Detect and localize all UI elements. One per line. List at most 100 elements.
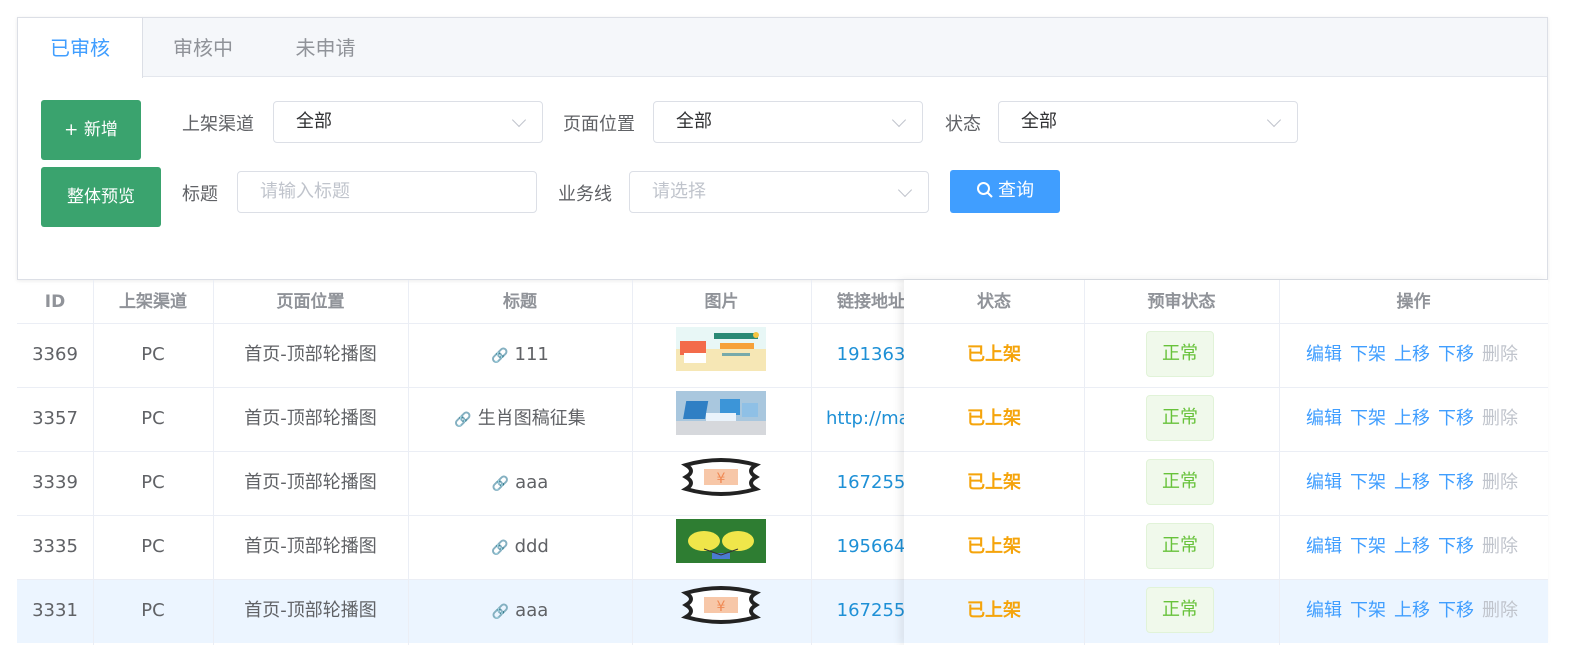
thumbnail-image[interactable]: ¥: [676, 583, 766, 627]
status-text: 已上架: [967, 408, 1021, 429]
cell-position: 首页-顶部轮播图: [244, 408, 377, 429]
thumbnail-image[interactable]: [676, 391, 766, 435]
review-status-tag: 正常: [1146, 459, 1214, 505]
cell-channel: PC: [141, 344, 165, 365]
move-down-link[interactable]: 下移: [1438, 472, 1474, 493]
unpublish-link[interactable]: 下架: [1350, 472, 1386, 493]
filter-card: 已审核 审核中 未申请 + 新增 整体预览 上架渠道 全部 页面位置 全部 状态…: [17, 17, 1548, 280]
move-up-link[interactable]: 上移: [1394, 408, 1430, 429]
edit-link[interactable]: 编辑: [1306, 472, 1342, 493]
position-label: 页面位置: [563, 114, 635, 135]
review-status-tag: 正常: [1146, 587, 1214, 633]
title-input[interactable]: 请输入标题: [237, 171, 537, 213]
cell-title: 🔗 aaa: [408, 579, 632, 643]
move-up-link[interactable]: 上移: [1394, 472, 1430, 493]
column-divider: [1084, 280, 1085, 645]
unpublish-link[interactable]: 下架: [1350, 344, 1386, 365]
move-up-link[interactable]: 上移: [1394, 600, 1430, 621]
business-select-placeholder: 请选择: [652, 181, 706, 202]
business-select[interactable]: 请选择: [629, 171, 929, 213]
edit-link[interactable]: 编辑: [1306, 536, 1342, 557]
title-text: aaa: [515, 600, 549, 621]
edit-link[interactable]: 编辑: [1306, 600, 1342, 621]
link-icon: 🔗: [491, 476, 510, 492]
unpublish-link[interactable]: 下架: [1350, 600, 1386, 621]
status-select[interactable]: 全部: [998, 101, 1298, 143]
edit-link[interactable]: 编辑: [1306, 344, 1342, 365]
tab-approved[interactable]: 已审核: [18, 18, 143, 78]
cell-id: 3357: [32, 408, 78, 429]
edit-link[interactable]: 编辑: [1306, 408, 1342, 429]
delete-link: 删除: [1482, 536, 1518, 557]
move-up-link[interactable]: 上移: [1394, 344, 1430, 365]
title-label: 标题: [182, 184, 218, 205]
cell-channel: PC: [141, 536, 165, 557]
thumbnail-image[interactable]: ¥: [676, 455, 766, 499]
status-text: 已上架: [967, 536, 1021, 557]
unpublish-link[interactable]: 下架: [1350, 408, 1386, 429]
column-divider: [632, 280, 633, 645]
column-divider: [1279, 280, 1280, 645]
delete-link: 删除: [1482, 472, 1518, 493]
tab-not-applied[interactable]: 未申请: [263, 18, 388, 78]
chevron-down-icon: [891, 112, 907, 128]
link-icon: 🔗: [491, 604, 510, 620]
delete-link: 删除: [1482, 408, 1518, 429]
cell-id: 3335: [32, 536, 78, 557]
review-status-tag: 正常: [1146, 395, 1214, 441]
header-review-status: 预审状态: [1147, 292, 1216, 312]
channel-select-value: 全部: [296, 111, 332, 132]
status-text: 已上架: [967, 600, 1021, 621]
unpublish-link[interactable]: 下架: [1350, 536, 1386, 557]
cell-position: 首页-顶部轮播图: [244, 536, 377, 557]
fixed-right-columns: 状态 预审状态 操作 已上架 已上架 已上架 已上架 已上架 正常 正常 正常 …: [904, 280, 1548, 645]
status-text: 已上架: [967, 344, 1021, 365]
move-up-link[interactable]: 上移: [1394, 536, 1430, 557]
channel-select[interactable]: 全部: [273, 101, 543, 143]
tab-reviewing[interactable]: 审核中: [143, 18, 263, 78]
cell-id: 3339: [32, 472, 78, 493]
cell-position: 首页-顶部轮播图: [244, 344, 377, 365]
cell-id: 3369: [32, 344, 78, 365]
thumbnail-image[interactable]: [676, 519, 766, 563]
header-status: 状态: [977, 292, 1011, 312]
review-status-tag: 正常: [1146, 523, 1214, 569]
delete-link: 删除: [1482, 600, 1518, 621]
search-button[interactable]: 查询: [950, 170, 1060, 213]
thumbnail-image[interactable]: [676, 327, 766, 371]
header-actions: 操作: [1396, 292, 1431, 312]
status-select-value: 全部: [1021, 111, 1057, 132]
status-label: 状态: [945, 114, 981, 135]
move-down-link[interactable]: 下移: [1438, 600, 1474, 621]
tab-bar: 已审核 审核中 未申请: [18, 18, 1547, 78]
position-select[interactable]: 全部: [653, 101, 923, 143]
chevron-down-icon: [1266, 112, 1282, 128]
row-actions: 编辑 下架 上移 下移 删除: [1306, 387, 1526, 451]
preview-button[interactable]: 整体预览: [41, 167, 161, 227]
position-select-value: 全部: [676, 111, 712, 132]
chevron-down-icon: [511, 112, 527, 128]
title-text: 111: [514, 344, 549, 365]
row-actions: 编辑 下架 上移 下移 删除: [1306, 323, 1526, 387]
add-button[interactable]: + 新增: [41, 100, 141, 160]
svg-text:¥: ¥: [717, 471, 726, 487]
header-title: 标题: [503, 292, 537, 312]
search-icon: [977, 181, 993, 198]
cell-id: 3331: [32, 600, 78, 621]
title-text: ddd: [514, 536, 549, 557]
link-icon: 🔗: [491, 540, 509, 556]
move-down-link[interactable]: 下移: [1438, 344, 1474, 365]
move-down-link[interactable]: 下移: [1438, 536, 1474, 557]
row-actions: 编辑 下架 上移 下移 删除: [1306, 451, 1526, 515]
cell-channel: PC: [141, 408, 165, 429]
cell-position: 首页-顶部轮播图: [244, 472, 377, 493]
cell-position: 首页-顶部轮播图: [244, 600, 377, 621]
cell-title: 🔗 aaa: [408, 451, 632, 515]
cell-title: 🔗 ddd: [408, 515, 632, 579]
status-text: 已上架: [967, 472, 1021, 493]
move-down-link[interactable]: 下移: [1438, 408, 1474, 429]
cell-title: 🔗 生肖图稿征集: [408, 387, 632, 451]
search-button-label: 查询: [998, 180, 1034, 201]
business-label: 业务线: [558, 184, 612, 205]
review-status-tag: 正常: [1146, 331, 1214, 377]
